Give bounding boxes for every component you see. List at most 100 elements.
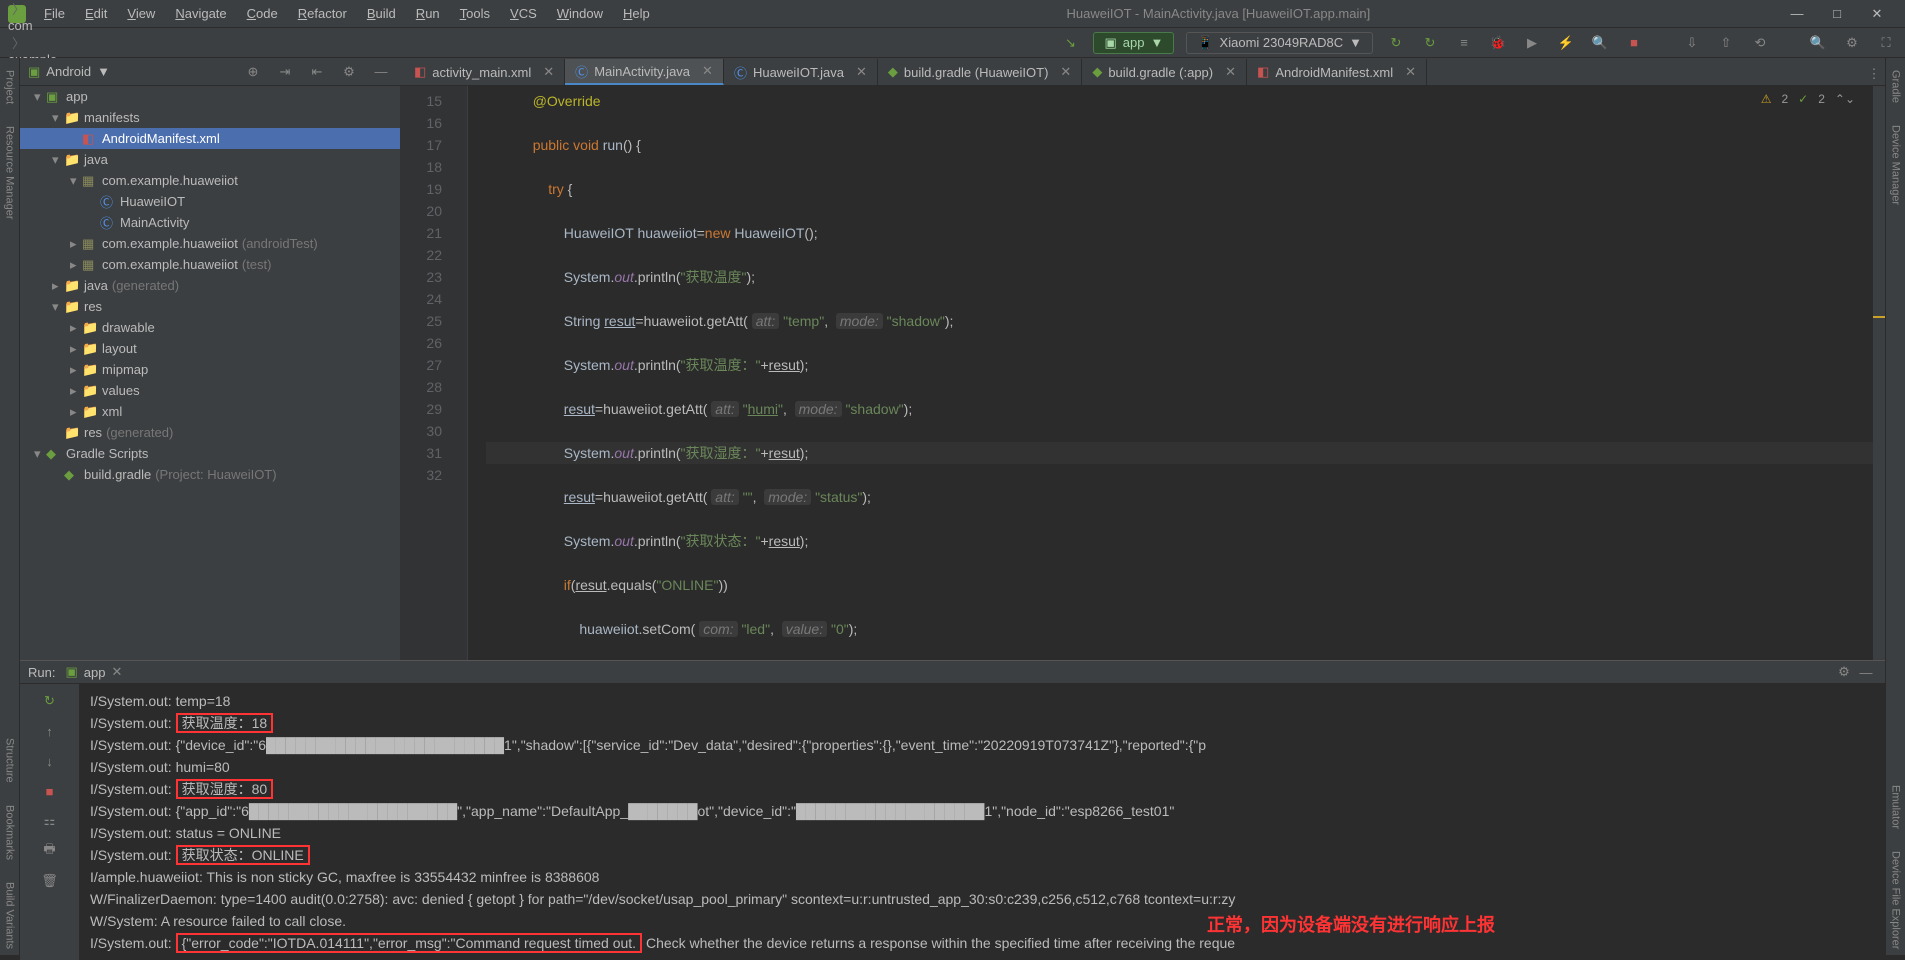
project-view-selector[interactable]: ▣ Android ▼: [28, 64, 110, 80]
vcs-history-button[interactable]: ⟲: [1749, 32, 1771, 54]
close-icon[interactable]: ✕: [1225, 64, 1236, 80]
apply-changes-button[interactable]: ↻: [1419, 32, 1441, 54]
close-icon[interactable]: ✕: [856, 64, 867, 80]
tree-item[interactable]: ⒸHuaweiIOT: [20, 191, 400, 212]
menu-code[interactable]: Code: [237, 6, 288, 21]
crumb-com[interactable]: com: [8, 18, 136, 33]
select-open-file-icon[interactable]: ⊕: [242, 61, 264, 83]
tree-item[interactable]: ▾▦com.example.huaweiiot: [20, 170, 400, 191]
run-settings-icon[interactable]: ⚙: [1833, 661, 1855, 683]
editor-tab[interactable]: ⒸMainActivity.java✕: [565, 59, 724, 85]
editor-tab[interactable]: ◆build.gradle (HuaweiIOT)✕: [878, 59, 1082, 85]
close-icon[interactable]: ✕: [543, 64, 554, 80]
tree-item[interactable]: ▾📁res: [20, 296, 400, 317]
tree-item[interactable]: ▾◆Gradle Scripts: [20, 443, 400, 464]
tree-item[interactable]: ▸📁values: [20, 380, 400, 401]
run-hide-icon[interactable]: —: [1855, 661, 1877, 683]
run-config-label: app: [1123, 35, 1145, 50]
close-icon[interactable]: ✕: [111, 664, 122, 680]
down-button[interactable]: ↓: [39, 750, 61, 772]
stop-button[interactable]: ■: [1623, 32, 1645, 54]
maximize-button[interactable]: □: [1817, 0, 1857, 28]
rail-file-explorer[interactable]: Device File Explorer: [1890, 845, 1902, 955]
search-button[interactable]: 🔍: [1807, 32, 1829, 54]
project-tree[interactable]: ▾▣app▾📁manifests◧AndroidManifest.xml▾📁ja…: [20, 86, 400, 660]
menu-tools[interactable]: Tools: [450, 6, 500, 21]
filter-button[interactable]: ⚏: [39, 810, 61, 832]
expand-icon[interactable]: ⇤: [306, 61, 328, 83]
tree-item[interactable]: ◧AndroidManifest.xml: [20, 128, 400, 149]
run-tab[interactable]: ▣ app ✕: [65, 664, 122, 680]
hammer-icon[interactable]: ↘: [1059, 32, 1081, 54]
menu-refactor[interactable]: Refactor: [288, 6, 357, 21]
tree-item[interactable]: ▸▦com.example.huaweiiot(test): [20, 254, 400, 275]
gutter-markers: [450, 86, 468, 660]
tab-menu-icon[interactable]: ⋮: [1863, 63, 1885, 85]
tree-item[interactable]: ▸📁xml: [20, 401, 400, 422]
minimize-button[interactable]: —: [1777, 0, 1817, 28]
up-button[interactable]: ↑: [39, 720, 61, 742]
debug-button[interactable]: 🐞: [1487, 32, 1509, 54]
menu-vcs[interactable]: VCS: [500, 6, 547, 21]
menu-help[interactable]: Help: [613, 6, 660, 21]
rail-bookmarks[interactable]: Bookmarks: [4, 799, 16, 866]
run-button[interactable]: ↻: [1385, 32, 1407, 54]
tree-item[interactable]: ◆build.gradle(Project: HuaweiIOT): [20, 464, 400, 485]
rail-structure[interactable]: Structure: [4, 732, 16, 789]
rail-project[interactable]: Project: [4, 64, 16, 110]
run-console[interactable]: I/System.out: temp=18I/System.out: 获取温度：…: [80, 684, 1885, 960]
run-stop-button[interactable]: ■: [39, 780, 61, 802]
editor-scrollbar[interactable]: [1873, 86, 1885, 660]
tree-item[interactable]: 📁res(generated): [20, 422, 400, 443]
close-button[interactable]: ✕: [1857, 0, 1897, 28]
rail-emulator[interactable]: Emulator: [1890, 779, 1902, 835]
app-inspect-button[interactable]: 🔍: [1589, 32, 1611, 54]
hide-panel-icon[interactable]: —: [370, 61, 392, 83]
rail-gradle[interactable]: Gradle: [1890, 64, 1902, 109]
clear-button[interactable]: 🗑: [39, 870, 61, 892]
tree-item[interactable]: ▾▣app: [20, 86, 400, 107]
tree-item[interactable]: ▸📁drawable: [20, 317, 400, 338]
close-icon[interactable]: ✕: [1405, 64, 1416, 80]
tree-item[interactable]: ▾📁manifests: [20, 107, 400, 128]
close-icon[interactable]: ✕: [702, 63, 713, 79]
inspection-badge[interactable]: ⚠2 ✓2 ⌃⌄: [1761, 92, 1855, 106]
tree-item[interactable]: ▾📁java: [20, 149, 400, 170]
panel-settings-icon[interactable]: ⚙: [338, 61, 360, 83]
vcs-update-button[interactable]: ⇩: [1681, 32, 1703, 54]
run-config-selector[interactable]: ▣ app ▼: [1093, 32, 1174, 54]
device-selector[interactable]: 📱 Xiaomi 23049RAD8C ▼: [1186, 32, 1373, 54]
editor-tab[interactable]: ◆build.gradle (:app)✕: [1082, 59, 1247, 85]
editor-tab[interactable]: ⒸHuaweiIOT.java✕: [724, 59, 878, 85]
settings-button[interactable]: ⚙: [1841, 32, 1863, 54]
profile-button[interactable]: ⚡: [1555, 32, 1577, 54]
line-gutter[interactable]: 151617181920212223242526272829303132: [400, 86, 450, 660]
tree-item[interactable]: ▸📁layout: [20, 338, 400, 359]
editor-tab[interactable]: ◧activity_main.xml✕: [404, 59, 565, 85]
android-icon: ▣: [28, 64, 40, 80]
vcs-commit-button[interactable]: ⇧: [1715, 32, 1737, 54]
left-tool-rail: Project Resource Manager Structure Bookm…: [0, 58, 20, 955]
collapse-icon[interactable]: ⇥: [274, 61, 296, 83]
print-button[interactable]: 🖶: [39, 840, 61, 862]
tree-item[interactable]: ▸📁java(generated): [20, 275, 400, 296]
menu-run[interactable]: Run: [406, 6, 450, 21]
coverage-button[interactable]: ▶: [1521, 32, 1543, 54]
close-icon[interactable]: ✕: [1060, 64, 1071, 80]
rerun-button[interactable]: ↻: [39, 690, 61, 712]
code-editor[interactable]: @Override public void run() { try { Huaw…: [468, 86, 1885, 660]
menu-window[interactable]: Window: [547, 6, 613, 21]
editor-tab[interactable]: ◧AndroidManifest.xml✕: [1247, 59, 1427, 85]
menu-build[interactable]: Build: [357, 6, 406, 21]
tree-item[interactable]: ▸📁mipmap: [20, 359, 400, 380]
rail-build-variants[interactable]: Build Variants: [4, 876, 16, 955]
whatsnew-button[interactable]: ⛶: [1875, 32, 1897, 54]
menu-navigate[interactable]: Navigate: [165, 6, 236, 21]
rail-device-manager[interactable]: Device Manager: [1890, 119, 1902, 211]
debug-attach-button[interactable]: ≡: [1453, 32, 1475, 54]
run-tab-label: app: [84, 665, 106, 680]
tree-item[interactable]: ⒸMainActivity: [20, 212, 400, 233]
tree-item[interactable]: ▸▦com.example.huaweiiot(androidTest): [20, 233, 400, 254]
menu-bar: FileEditViewNavigateCodeRefactorBuildRun…: [0, 0, 1905, 28]
rail-resource-manager[interactable]: Resource Manager: [4, 120, 16, 226]
